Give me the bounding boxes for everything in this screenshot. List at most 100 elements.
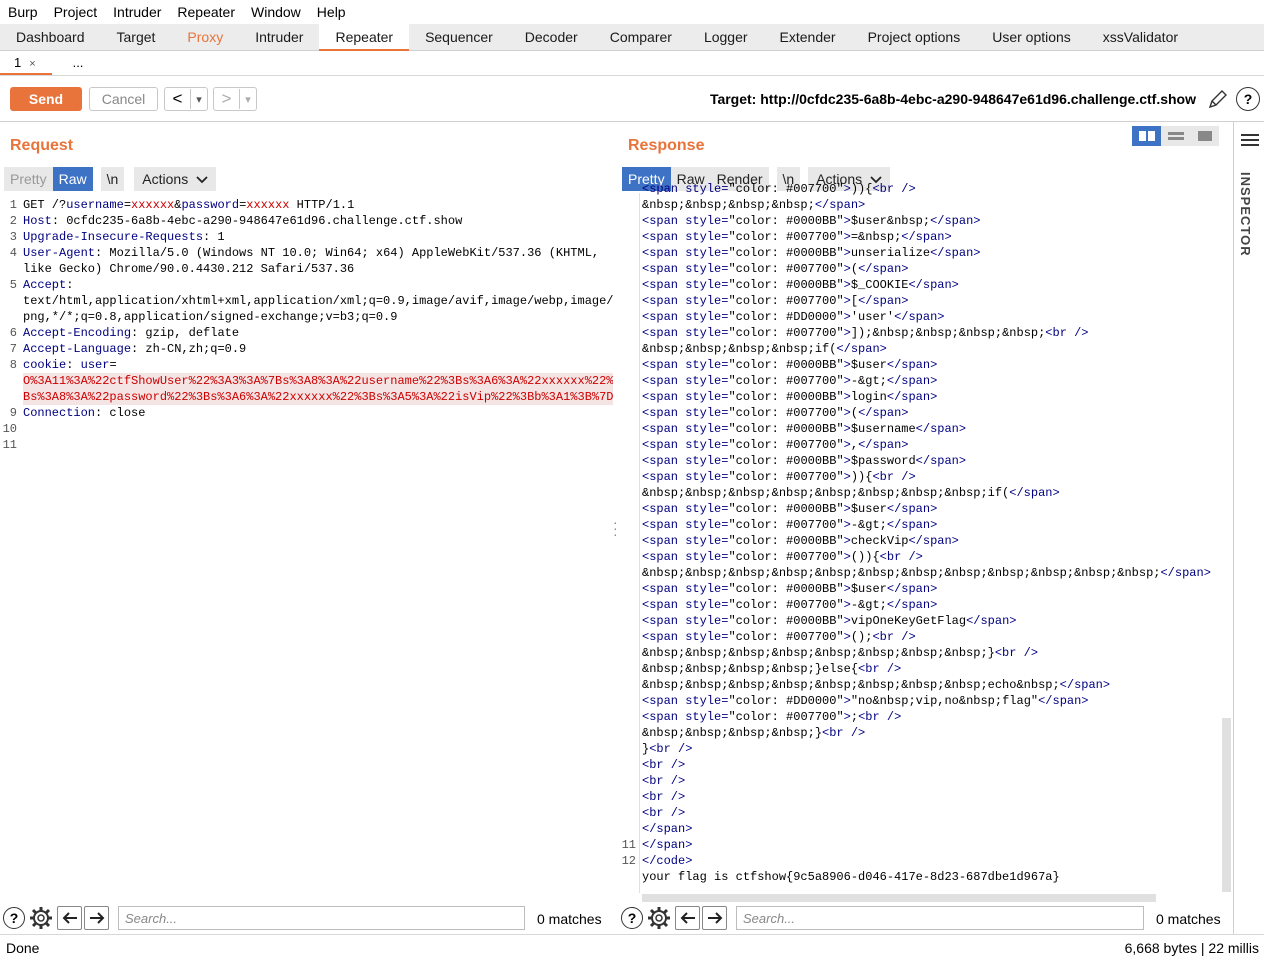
subtab-more[interactable]: ... [52,51,104,75]
tab-target[interactable]: Target [101,24,172,51]
request-token: user [80,358,110,372]
split-horizontal-icon[interactable] [1132,126,1161,146]
response-search-input[interactable]: Search... [736,906,1144,930]
response-token: > [843,182,851,196]
response-vertical-scrollbar[interactable] [1222,718,1231,892]
response-line: <span style="color: #007700">(</span> [642,261,1220,277]
search-next-icon[interactable] [702,906,727,930]
response-editor[interactable]: <span style="color: #007700">)){<br /> &n… [642,181,1220,889]
inspector-label[interactable]: INSPECTOR [1238,172,1253,257]
tab-user-options[interactable]: User options [976,24,1087,51]
response-token: $username [850,422,916,436]
back-button[interactable]: < [165,89,191,109]
subtab-1[interactable]: 1 × [0,51,52,75]
request-newline-tab[interactable]: \n [100,167,125,191]
chevron-down-icon [196,176,208,184]
response-token: <span [642,230,686,244]
line-number [620,581,636,597]
menu-window[interactable]: Window [243,4,309,20]
back-dropdown-icon[interactable]: ▾ [191,93,207,106]
splitter-handle[interactable]: · · · [613,515,618,541]
response-line: <span style="color: #0000BB">$password</… [642,453,1220,469]
menu-burp[interactable]: Burp [0,4,46,20]
search-prev-icon[interactable] [675,906,700,930]
response-token: > [843,534,851,548]
line-number [0,293,17,309]
line-number [620,309,636,325]
response-token: <span [642,598,686,612]
response-token: style [685,630,722,644]
repeater-subtabs: 1 × ... [0,51,1264,76]
menu-help[interactable]: Help [309,4,354,20]
request-pretty-tab[interactable]: Pretty [4,167,53,191]
response-token: "color: #007700" [728,470,844,484]
response-token: </span> [886,390,938,404]
request-editor[interactable]: GET /?username=xxxxxx&password=xxxxxx HT… [23,197,613,897]
response-token: </span> [858,406,909,420]
single-pane-icon[interactable] [1190,126,1219,146]
forward-nav[interactable]: > ▾ [213,87,257,111]
inspector-sidebar[interactable]: INSPECTOR [1233,122,1264,934]
search-prev-icon[interactable] [57,906,82,930]
tab-sequencer[interactable]: Sequencer [409,24,509,51]
send-button[interactable]: Send [10,87,82,111]
search-next-icon[interactable] [84,906,109,930]
tab-project-options[interactable]: Project options [852,24,977,51]
request-line: text/html,application/xhtml+xml,applicat… [23,293,613,309]
hamburger-icon[interactable] [1241,134,1259,148]
response-token: <span [642,406,686,420]
target-label[interactable]: Target: http://0cfdc235-6a8b-4ebc-a290-9… [710,91,1196,107]
response-token: $_COOKIE [850,278,909,292]
tab-logger[interactable]: Logger [688,24,764,51]
response-token: <br /> [872,630,916,644]
cancel-button[interactable]: Cancel [89,87,158,111]
response-token: <br /> [1045,326,1089,340]
response-horizontal-scrollbar[interactable] [642,894,1156,902]
tab-intruder[interactable]: Intruder [239,24,319,51]
back-nav[interactable]: < ▾ [164,87,208,111]
response-token: <span [642,502,686,516]
tab-xssvalidator[interactable]: xssValidator [1087,24,1194,51]
tab-comparer[interactable]: Comparer [594,24,688,51]
line-number: 4 [9,246,17,260]
response-token: ]);&nbsp;&nbsp;&nbsp;&nbsp; [850,326,1046,340]
gear-icon[interactable] [647,906,671,930]
request-raw-tab[interactable]: Raw [52,167,93,191]
gear-icon[interactable] [29,906,53,930]
tab-decoder[interactable]: Decoder [509,24,594,51]
response-token: > [843,502,851,516]
menu-repeater[interactable]: Repeater [169,4,243,20]
tab-proxy[interactable]: Proxy [171,24,239,51]
response-token: &nbsp;&nbsp;&nbsp;&nbsp;&nbsp;&nbsp;&nbs… [642,646,995,660]
response-token: login [850,390,887,404]
line-number [620,629,636,645]
menu-project[interactable]: Project [46,4,106,20]
response-token: <br /> [822,726,866,740]
help-icon[interactable]: ? [621,907,643,929]
forward-button[interactable]: > [214,89,240,109]
response-token: <br /> [642,790,686,804]
response-token: </span> [901,230,952,244]
tab-dashboard[interactable]: Dashboard [0,24,101,51]
close-icon[interactable]: × [29,58,35,70]
help-icon[interactable]: ? [3,907,25,929]
edit-pencil-icon[interactable] [1207,88,1229,110]
help-icon[interactable]: ? [1236,87,1260,111]
response-line: <span style="color: #007700">-&gt;</span… [642,597,1220,613]
line-number [620,645,636,661]
line-number [620,245,636,261]
request-token: : [66,358,81,372]
request-token: xxxxxx [246,198,290,212]
request-search-input[interactable]: Search... [118,906,525,930]
response-line: </span> [642,837,1220,853]
forward-dropdown-icon[interactable]: ▾ [240,93,256,106]
request-view-tabs: Pretty Raw \n Actions [4,167,220,191]
request-line: Accept-Language: zh-CN,zh;q=0.9 [23,341,613,357]
split-vertical-icon[interactable] [1161,126,1190,146]
response-token: style [685,374,722,388]
line-number [620,741,636,757]
tab-repeater[interactable]: Repeater [319,24,410,51]
menu-intruder[interactable]: Intruder [105,4,169,20]
request-actions-menu[interactable]: Actions [134,167,217,191]
tab-extender[interactable]: Extender [764,24,852,51]
